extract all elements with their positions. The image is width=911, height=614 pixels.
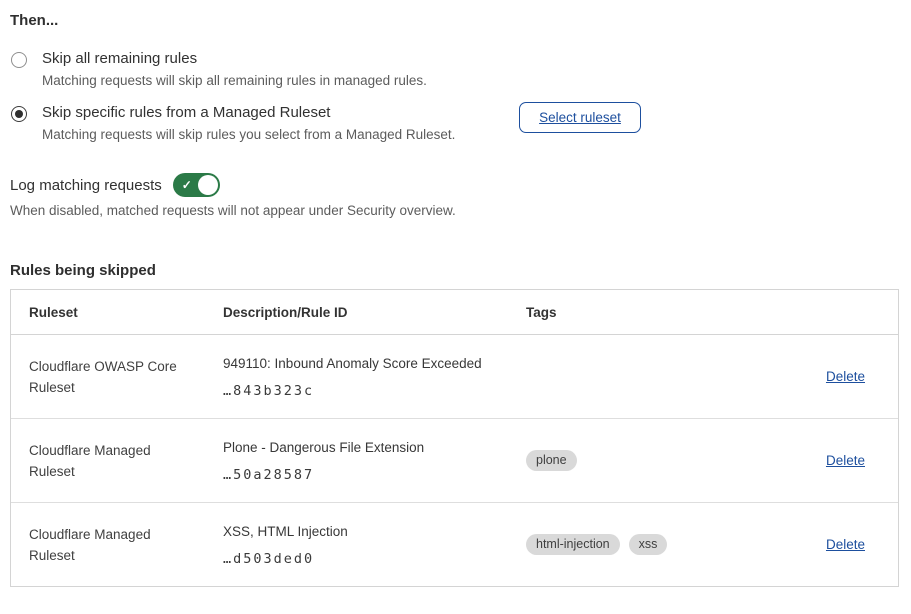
radio-option-label[interactable]: Skip all remaining rules <box>42 50 427 67</box>
rule-id: …d503ded0 <box>223 551 526 567</box>
radio-option-skip-all[interactable]: Skip all remaining rules Matching reques… <box>10 50 427 88</box>
waf-skip-rule-panel: Then... Skip all remaining rules Matchin… <box>0 0 911 614</box>
column-header-tags: Tags <box>526 305 816 320</box>
log-matching-row: Log matching requests ✓ <box>10 172 220 198</box>
table-header-row: Ruleset Description/Rule ID Tags <box>11 290 898 335</box>
toggle-knob <box>198 175 218 195</box>
rule-description: Plone - Dangerous File Extension <box>223 439 526 456</box>
radio-option-description: Matching requests will skip rules you se… <box>42 127 455 142</box>
delete-link[interactable]: Delete <box>826 369 865 384</box>
rule-description: XSS, HTML Injection <box>223 523 526 540</box>
radio-button-unselected[interactable] <box>11 52 27 68</box>
ruleset-name: Cloudflare Managed Ruleset <box>29 524 194 566</box>
radio-button-selected[interactable] <box>11 106 27 122</box>
then-section-title: Then... <box>10 12 58 29</box>
tag-badge: xss <box>629 534 668 555</box>
ruleset-name: Cloudflare Managed Ruleset <box>29 440 194 482</box>
column-header-description: Description/Rule ID <box>223 305 526 320</box>
column-header-ruleset: Ruleset <box>11 305 223 320</box>
delete-link[interactable]: Delete <box>826 537 865 552</box>
tags-cell: html-injection xss <box>526 534 816 555</box>
select-ruleset-button[interactable]: Select ruleset <box>519 102 641 133</box>
check-icon: ✓ <box>182 177 192 193</box>
ruleset-name: Cloudflare OWASP Core Ruleset <box>29 356 194 398</box>
radio-option-skip-specific[interactable]: Skip specific rules from a Managed Rules… <box>10 104 455 142</box>
rule-id: …50a28587 <box>223 467 526 483</box>
tag-badge: html-injection <box>526 534 620 555</box>
table-row: Cloudflare Managed Ruleset Plone - Dange… <box>11 419 898 503</box>
delete-link[interactable]: Delete <box>826 453 865 468</box>
radio-option-label[interactable]: Skip specific rules from a Managed Rules… <box>42 104 455 121</box>
log-matching-label: Log matching requests <box>10 177 162 194</box>
radio-option-description: Matching requests will skip all remainin… <box>42 73 427 88</box>
tags-cell: plone <box>526 450 816 471</box>
table-row: Cloudflare Managed Ruleset XSS, HTML Inj… <box>11 503 898 586</box>
rule-description: 949110: Inbound Anomaly Score Exceeded <box>223 355 526 372</box>
rules-being-skipped-table: Ruleset Description/Rule ID Tags Cloudfl… <box>10 289 899 587</box>
log-matching-description: When disabled, matched requests will not… <box>10 203 456 218</box>
tag-badge: plone <box>526 450 577 471</box>
rule-id: …843b323c <box>223 383 526 399</box>
log-toggle-switch-on[interactable]: ✓ <box>173 173 220 197</box>
table-row: Cloudflare OWASP Core Ruleset 949110: In… <box>11 335 898 419</box>
rules-table-title: Rules being skipped <box>10 262 156 279</box>
